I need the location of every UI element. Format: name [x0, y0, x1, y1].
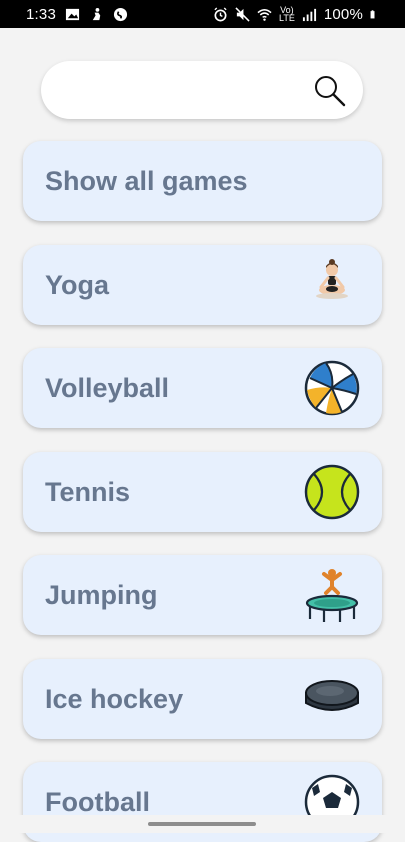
game-label: Tennis — [45, 477, 131, 507]
game-item-yoga[interactable]: Yoga — [23, 245, 382, 325]
game-label: Ice hockey — [45, 684, 184, 714]
game-label: Volleyball — [45, 373, 170, 403]
network-type: Vo) LTE — [278, 6, 295, 23]
search-bar[interactable] — [41, 61, 363, 119]
status-bar: 1:33 Vo) LTE 100% — [0, 0, 405, 28]
home-gesture-pill[interactable] — [148, 822, 256, 826]
search-icon[interactable] — [313, 74, 347, 108]
hockey-puck-icon — [305, 680, 359, 711]
game-label: Jumping — [45, 580, 158, 610]
battery-percent: 100% — [323, 5, 363, 23]
game-label: Show all games — [45, 166, 248, 196]
yoga-icon — [316, 259, 348, 299]
game-item-ice-hockey[interactable]: Ice hockey — [23, 659, 382, 739]
network-lte-label: LTE — [278, 13, 295, 23]
volleyball-icon — [304, 360, 360, 416]
gallery-icon — [65, 8, 80, 20]
game-label: Yoga — [45, 270, 110, 300]
trampoline-icon — [305, 569, 359, 622]
game-item-tennis[interactable]: Tennis — [23, 452, 382, 532]
alarm-icon — [214, 6, 227, 21]
battery-icon — [370, 9, 375, 18]
mute-icon — [235, 6, 250, 22]
activity-icon — [92, 7, 101, 20]
game-item-volleyball[interactable]: Volleyball — [23, 348, 382, 428]
shazam-icon — [113, 7, 128, 21]
status-time: 1:33 — [26, 5, 56, 23]
game-item-jumping[interactable]: Jumping — [23, 555, 382, 635]
signal-icon — [302, 8, 316, 21]
wifi-icon — [257, 8, 272, 21]
search-input[interactable] — [63, 75, 307, 107]
tennis-ball-icon — [304, 464, 360, 520]
show-all-games-button[interactable]: Show all games — [23, 141, 382, 221]
